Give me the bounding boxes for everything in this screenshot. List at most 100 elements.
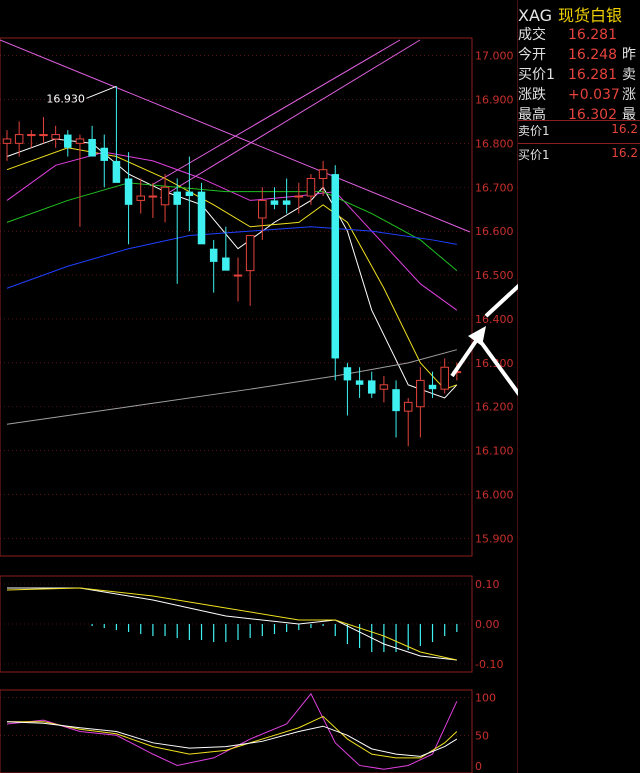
- kdj-line: [7, 715, 458, 759]
- candle-body: [270, 200, 279, 205]
- y-tick-label: 16.800: [475, 137, 514, 150]
- macd-line: [7, 587, 457, 661]
- separator: [518, 143, 640, 144]
- y-tick-label: 17.000: [475, 50, 514, 63]
- separator: [518, 120, 640, 121]
- candle-body: [209, 248, 218, 262]
- y-tick-label: 16.900: [475, 93, 514, 106]
- moving-average-line: [6, 151, 458, 311]
- high-price-label: 16.930: [46, 92, 85, 105]
- candle-body: [160, 186, 170, 206]
- candle-body: [173, 191, 181, 205]
- candle-body: [2, 138, 12, 144]
- moving-average-line: [6, 182, 458, 272]
- candle-body: [148, 195, 158, 198]
- instrument-name: 现货白银: [558, 6, 623, 25]
- candle-body: [258, 199, 267, 219]
- main-panel-frame: [0, 37, 473, 557]
- quote-row: 最高 16.302 最: [518, 104, 636, 124]
- quote-label: 今开: [518, 47, 546, 63]
- y-tick-label: 16.100: [475, 445, 514, 458]
- quote-value: +0.037: [568, 87, 620, 103]
- instrument-title: XAG 现货白银: [518, 2, 622, 26]
- candle-body: [14, 134, 24, 144]
- orderbook-value: 16.2: [611, 146, 638, 160]
- instrument-code: XAG: [518, 6, 553, 25]
- y-tick-label: 16.000: [475, 489, 514, 502]
- y-tick-label: 0.00: [475, 618, 500, 631]
- trend-line: [159, 39, 421, 199]
- quote-label: 最高: [518, 107, 546, 123]
- candle-body: [222, 257, 230, 271]
- y-tick-label: 16.500: [475, 269, 514, 282]
- y-tick-label: 16.400: [475, 313, 514, 326]
- candle-body: [64, 134, 72, 148]
- candle-body: [197, 191, 206, 245]
- candle-body: [245, 235, 255, 272]
- macd-line: [6, 587, 457, 661]
- candle-body: [185, 191, 194, 197]
- y-tick-label: 15.900: [475, 532, 514, 545]
- candle-body: [233, 274, 243, 277]
- orderbook-label: 卖价1: [518, 124, 550, 138]
- orderbook-label: 买价1: [518, 148, 550, 162]
- candle-body: [403, 401, 413, 412]
- kdj-line: [6, 692, 458, 770]
- candle-body: [124, 178, 133, 205]
- quote-extra-label: 涨: [622, 87, 636, 103]
- y-tick-label: 16.700: [475, 181, 514, 194]
- candle-body: [416, 379, 425, 408]
- quote-extra-label: 昨: [622, 47, 636, 63]
- candle-body: [27, 134, 36, 137]
- quote-extra-label: 卖: [622, 67, 636, 83]
- quote-value: 16.248: [568, 47, 617, 63]
- kdj-line: [6, 721, 458, 757]
- quote-label: 成交: [518, 27, 546, 43]
- moving-average-line: [6, 349, 457, 425]
- quote-panel: XAG 现货白银 成交 16.281 今开 16.248 昨买价1 16.281 卖涨跌 +0.…: [518, 0, 640, 773]
- quote-row: 涨跌 +0.037 涨: [518, 84, 636, 104]
- moving-average-line: [6, 138, 458, 399]
- annotation-leader: [86, 85, 117, 99]
- trend-line: [149, 39, 401, 187]
- candle-body: [318, 169, 328, 179]
- quote-label: 涨跌: [518, 87, 546, 103]
- candle-body: [294, 195, 304, 198]
- orderbook-row: 买价1 16.2: [518, 146, 640, 163]
- y-tick-label: 0.10: [475, 578, 500, 591]
- candle-body: [379, 384, 389, 390]
- quote-label: 买价1: [518, 67, 555, 83]
- moving-average-line: [6, 226, 457, 289]
- quote-value: 16.281: [568, 67, 617, 83]
- candle-body: [355, 380, 364, 385]
- candle-body: [136, 195, 146, 201]
- orderbook-value: 16.2: [611, 122, 638, 136]
- y-tick-label: -0.10: [475, 658, 503, 671]
- orderbook-row: 卖价1 16.2: [518, 122, 640, 139]
- candle-body: [112, 160, 121, 183]
- moving-average-line: [6, 147, 458, 390]
- candle-body: [51, 134, 60, 140]
- y-tick-label: 16.200: [475, 401, 514, 414]
- quote-value: 16.281: [568, 27, 617, 43]
- kdj-panel-frame: [0, 689, 473, 773]
- y-tick-label: 100: [475, 692, 496, 705]
- candle-body: [428, 384, 437, 390]
- candle-body: [440, 366, 449, 390]
- candle-body: [306, 177, 316, 197]
- candle-body: [282, 200, 291, 205]
- candle-body: [88, 138, 96, 157]
- quote-row: 今开 16.248 昨: [518, 44, 636, 64]
- quote-row: 买价1 16.281 卖: [518, 64, 636, 84]
- price-chart: 17.000 16.900 16.800 16.700 16.600 16.500 16.4…: [0, 0, 518, 773]
- candle-body: [367, 380, 376, 394]
- candle-body: [75, 138, 85, 144]
- candle-body: [392, 389, 400, 412]
- candle-body: [343, 367, 352, 381]
- y-tick-label: 50: [475, 729, 489, 742]
- y-tick-label: 16.600: [475, 225, 514, 238]
- candle-body: [39, 134, 48, 137]
- quote-row: 成交 16.281: [518, 24, 622, 44]
- y-tick-label: 0: [475, 760, 482, 773]
- candle-body: [100, 147, 109, 161]
